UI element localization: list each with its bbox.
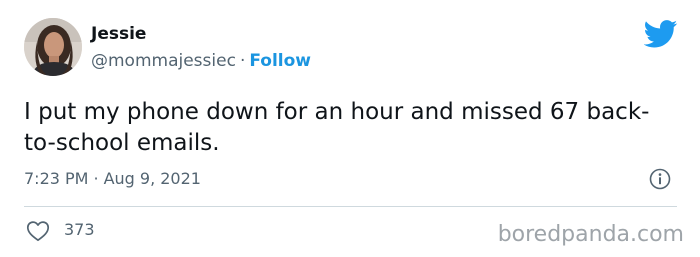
avatar[interactable] — [24, 18, 82, 76]
timestamp-separator: · — [93, 169, 99, 188]
twitter-bird-icon[interactable] — [644, 20, 678, 48]
like-count: 373 — [64, 220, 95, 239]
info-icon[interactable] — [649, 168, 671, 190]
heart-icon[interactable] — [26, 220, 50, 242]
tweet-time[interactable]: 7:23 PM — [24, 169, 88, 188]
tweet-card: Jessie @mommajessiec · Follow I put my pho… — [0, 0, 700, 257]
watermark: boredpanda.com — [497, 222, 684, 247]
avatar-image — [24, 18, 82, 76]
author-name[interactable]: Jessie — [91, 23, 146, 45]
follow-button[interactable]: Follow — [249, 51, 311, 71]
divider — [24, 206, 677, 207]
handle-separator: · — [239, 51, 246, 71]
author-handle[interactable]: @mommajessiec — [91, 51, 236, 71]
tweet-date[interactable]: Aug 9, 2021 — [104, 169, 201, 188]
author-handle-row: @mommajessiec · Follow — [91, 50, 311, 72]
tweet-timestamp[interactable]: 7:23 PM · Aug 9, 2021 — [24, 168, 201, 190]
tweet-text: I put my phone down for an hour and miss… — [24, 99, 650, 156]
